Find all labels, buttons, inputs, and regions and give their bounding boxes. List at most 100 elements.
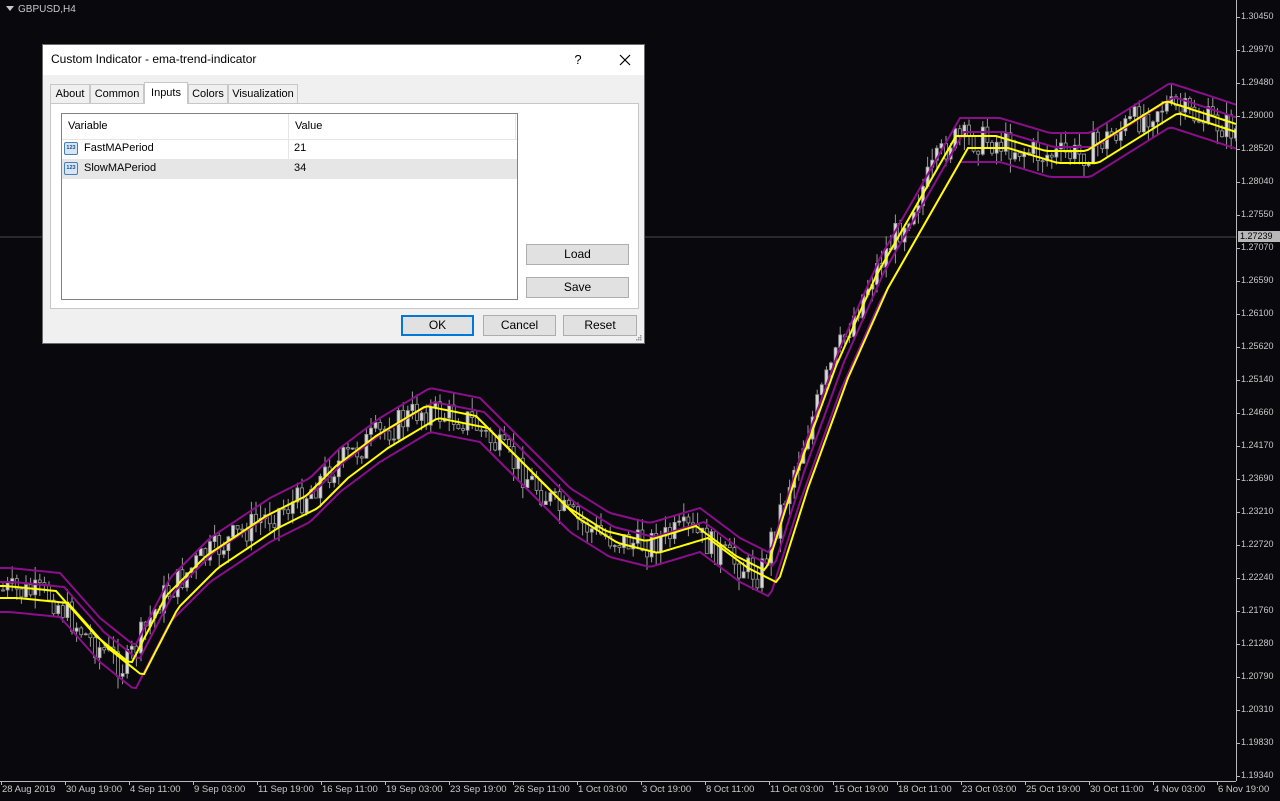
dialog-titlebar[interactable]: Custom Indicator - ema-trend-indicator ? xyxy=(43,45,644,75)
time-tick-mark xyxy=(897,782,898,785)
tab-visualization[interactable]: Visualization xyxy=(228,84,298,103)
inputs-grid: Variable Value 123 FastMAPeriod 21 123 S… xyxy=(61,113,518,300)
candle xyxy=(516,457,521,481)
close-button[interactable] xyxy=(606,45,644,75)
candle xyxy=(438,394,442,429)
time-tick-label: 9 Sep 03:00 xyxy=(194,784,246,795)
price-tick-label: 1.27550 xyxy=(1241,209,1274,219)
reset-button[interactable]: Reset xyxy=(563,315,637,336)
table-row[interactable]: 123 SlowMAPeriod 34 xyxy=(62,159,517,179)
candle xyxy=(74,622,79,642)
column-divider[interactable] xyxy=(288,114,289,139)
candle xyxy=(1118,121,1123,148)
time-tick-mark xyxy=(129,782,130,785)
price-tick-label: 1.28520 xyxy=(1241,143,1274,153)
price-tick-mark xyxy=(1237,776,1240,777)
price-tick-mark xyxy=(1237,182,1240,183)
price-tick-mark xyxy=(1237,380,1240,381)
price-tick-mark xyxy=(1237,479,1240,480)
candle xyxy=(1224,102,1229,149)
cell-divider xyxy=(288,139,289,159)
candle xyxy=(359,455,364,464)
time-tick-label: 11 Sep 19:00 xyxy=(258,784,314,795)
candle xyxy=(33,566,38,609)
candle xyxy=(1187,96,1192,114)
candle xyxy=(709,529,714,558)
price-tick-mark xyxy=(1237,50,1240,51)
save-button[interactable]: Save xyxy=(526,277,629,298)
candle xyxy=(520,446,525,499)
tab-colors[interactable]: Colors xyxy=(188,84,228,103)
price-tick-mark xyxy=(1237,314,1240,315)
time-tick-label: 1 Oct 03:00 xyxy=(578,784,628,795)
tab-common[interactable]: Common xyxy=(90,84,144,103)
price-tick-label: 1.21760 xyxy=(1241,605,1274,615)
time-tick-label: 15 Oct 19:00 xyxy=(834,784,889,795)
candle xyxy=(295,482,300,509)
time-tick-label: 6 Nov 19:00 xyxy=(1218,784,1270,795)
candle xyxy=(585,517,590,543)
price-axis[interactable]: 1.30450 1.29970 1.29480 1.29000 1.28520 1.280… xyxy=(1236,0,1280,781)
column-header-value[interactable]: Value xyxy=(295,120,322,132)
table-row[interactable]: 123 FastMAPeriod 21 xyxy=(62,139,517,159)
price-tick-mark xyxy=(1237,83,1240,84)
candle xyxy=(461,423,465,434)
candle xyxy=(19,587,24,604)
candle xyxy=(980,121,985,156)
time-tick-mark xyxy=(449,782,450,785)
price-tick-label: 1.20790 xyxy=(1241,671,1274,681)
candle xyxy=(290,489,295,524)
time-tick-label: 4 Nov 03:00 xyxy=(1154,784,1206,795)
ok-button[interactable]: OK xyxy=(401,315,474,336)
candle xyxy=(1022,147,1027,169)
candle xyxy=(332,474,337,488)
candle xyxy=(1206,98,1211,125)
time-tick-mark xyxy=(193,782,194,785)
variable-name: FastMAPeriod xyxy=(84,142,154,154)
candle xyxy=(649,529,654,563)
candle xyxy=(999,131,1004,161)
chevron-down-icon[interactable] xyxy=(6,6,14,11)
candle xyxy=(318,473,323,508)
candle xyxy=(760,549,764,592)
variable-value[interactable]: 34 xyxy=(294,162,306,174)
price-tick-mark xyxy=(1237,512,1240,513)
variable-value[interactable]: 21 xyxy=(294,142,306,154)
price-tick-mark xyxy=(1237,611,1240,612)
price-tick-mark xyxy=(1237,116,1240,117)
candle xyxy=(1164,95,1169,115)
candle xyxy=(116,638,120,689)
resize-grip-icon[interactable] xyxy=(634,333,642,341)
candle xyxy=(691,512,695,534)
price-tick-label: 1.29970 xyxy=(1241,44,1274,54)
candle xyxy=(51,593,56,617)
candle xyxy=(479,428,484,437)
help-button[interactable]: ? xyxy=(563,45,593,75)
cell-divider xyxy=(288,159,289,179)
candle xyxy=(1155,110,1160,135)
candle xyxy=(1141,104,1146,136)
time-axis[interactable]: 28 Aug 2019 30 Aug 19:00 4 Sep 11:00 9 Sep … xyxy=(0,781,1269,801)
price-tick-label: 1.19340 xyxy=(1241,770,1274,780)
cancel-button[interactable]: Cancel xyxy=(483,315,556,336)
time-tick-mark xyxy=(385,782,386,785)
price-tick-mark xyxy=(1237,677,1240,678)
candle xyxy=(1077,132,1082,165)
price-tick-label: 1.29480 xyxy=(1241,77,1274,87)
price-tick-mark xyxy=(1237,347,1240,348)
tab-inputs[interactable]: Inputs xyxy=(144,82,188,104)
time-tick-mark xyxy=(961,782,962,785)
tab-about[interactable]: About xyxy=(50,84,90,103)
current-price-label: 1.27239 xyxy=(1238,231,1280,242)
dialog-title: Custom Indicator - ema-trend-indicator xyxy=(51,52,257,66)
candle xyxy=(346,441,350,457)
candle xyxy=(543,491,548,506)
column-header-variable[interactable]: Variable xyxy=(68,120,108,132)
price-tick-label: 1.21280 xyxy=(1241,638,1274,648)
load-button[interactable]: Load xyxy=(526,244,629,265)
candle xyxy=(1017,152,1022,162)
price-tick-mark xyxy=(1237,413,1240,414)
price-tick-label: 1.26100 xyxy=(1241,308,1274,318)
candle xyxy=(755,566,760,591)
price-tick-label: 1.23210 xyxy=(1241,506,1274,516)
